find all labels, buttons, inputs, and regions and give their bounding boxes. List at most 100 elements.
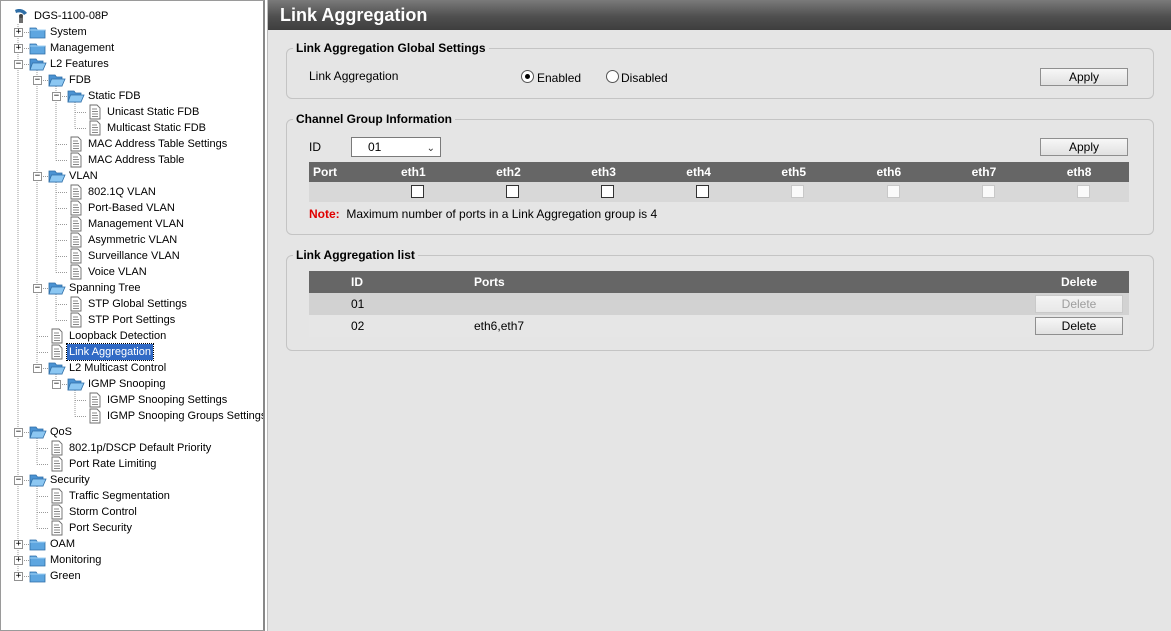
- expand-icon[interactable]: +: [14, 44, 23, 53]
- channel-apply-button[interactable]: Apply: [1040, 138, 1128, 156]
- tree-node-label[interactable]: Static FDB: [86, 88, 143, 104]
- tree-node-label[interactable]: DGS-1100-08P: [32, 8, 110, 24]
- tree-node-label[interactable]: L2 Multicast Control: [67, 360, 168, 376]
- page-icon: [67, 136, 85, 152]
- port-header: Port: [313, 165, 337, 179]
- tree-node-label[interactable]: 802.1Q VLAN: [86, 184, 158, 200]
- port-checkbox-eth1[interactable]: [411, 185, 424, 198]
- collapse-icon[interactable]: −: [14, 428, 23, 437]
- page-icon: [48, 520, 66, 536]
- port-checkbox-eth4[interactable]: [696, 185, 710, 198]
- page-icon: [48, 504, 66, 520]
- folder-open-icon: [48, 168, 66, 184]
- expand-icon[interactable]: +: [14, 28, 23, 37]
- page-title: Link Aggregation: [268, 0, 1171, 30]
- page-icon: [86, 104, 104, 120]
- collapse-icon[interactable]: −: [33, 284, 42, 293]
- tree-node-label[interactable]: IGMP Snooping: [86, 376, 167, 392]
- port-header-eth7: eth7: [971, 165, 997, 179]
- tree-node-label[interactable]: QoS: [48, 424, 74, 440]
- tree-node-label[interactable]: Multicast Static FDB: [105, 120, 208, 136]
- tree-node-label[interactable]: Link Aggregation: [66, 343, 154, 361]
- tree-node-label[interactable]: Loopback Detection: [67, 328, 168, 344]
- tree-node-label[interactable]: System: [48, 24, 89, 40]
- expand-icon[interactable]: +: [14, 556, 23, 565]
- page-icon: [86, 408, 104, 424]
- port-header-eth3: eth3: [591, 165, 616, 179]
- port-header-eth8: eth8: [1066, 165, 1092, 179]
- folder-icon: [29, 568, 47, 584]
- page-icon: [67, 232, 85, 248]
- chevron-down-icon: ⌄: [426, 143, 435, 154]
- delete-button: Delete: [1035, 295, 1123, 313]
- tree-node-label[interactable]: Management VLAN: [86, 216, 186, 232]
- navigation-tree: DGS-1100-08P + System + Management − L2 Featur…: [0, 0, 265, 631]
- tree-node-label[interactable]: IGMP Snooping Settings: [105, 392, 229, 408]
- page-icon: [48, 440, 66, 456]
- port-checkbox-eth6: [886, 185, 900, 198]
- channel-id-label: ID: [309, 140, 321, 154]
- row-id: 01: [351, 297, 365, 311]
- tree-node-label[interactable]: STP Port Settings: [86, 312, 177, 328]
- page-icon: [67, 152, 85, 168]
- port-checkbox-eth2[interactable]: [506, 185, 520, 198]
- collapse-icon[interactable]: −: [52, 92, 61, 101]
- tree-node-label[interactable]: Storm Control: [67, 504, 139, 520]
- port-header-eth4: eth4: [686, 165, 711, 179]
- tree-node-label[interactable]: IGMP Snooping Groups Settings: [105, 408, 263, 424]
- tree-node-label[interactable]: Port Security: [67, 520, 134, 536]
- collapse-icon[interactable]: −: [52, 380, 61, 389]
- port-checkbox-eth8: [1076, 185, 1090, 198]
- collapse-icon[interactable]: −: [33, 76, 42, 85]
- global-apply-button[interactable]: Apply: [1040, 68, 1128, 86]
- expand-icon[interactable]: +: [14, 540, 23, 549]
- tree-node-label[interactable]: OAM: [48, 536, 77, 552]
- tree-node-label[interactable]: Spanning Tree: [67, 280, 143, 296]
- tree-node-label[interactable]: MAC Address Table: [86, 152, 186, 168]
- port-checkbox-row: [309, 182, 1129, 202]
- page-icon: [67, 200, 85, 216]
- aggregation-list-legend: Link Aggregation list: [296, 248, 415, 262]
- disabled-radio[interactable]: [606, 70, 619, 83]
- port-checkbox-eth3[interactable]: [601, 185, 615, 198]
- tree-node-label[interactable]: Monitoring: [48, 552, 103, 568]
- folder-open-icon: [48, 360, 66, 376]
- channel-id-select[interactable]: 01 ⌄: [351, 137, 441, 157]
- enabled-radio[interactable]: [521, 70, 534, 83]
- page-icon: [48, 328, 66, 344]
- tree-node-label[interactable]: Asymmetric VLAN: [86, 232, 179, 248]
- tree-node-label[interactable]: L2 Features: [48, 56, 111, 72]
- page-icon: [67, 296, 85, 312]
- tree-node-label[interactable]: Traffic Segmentation: [67, 488, 172, 504]
- tree-node-label[interactable]: Voice VLAN: [86, 264, 149, 280]
- tree-node-label[interactable]: STP Global Settings: [86, 296, 189, 312]
- expand-icon[interactable]: +: [14, 572, 23, 581]
- tree-node-label[interactable]: 802.1p/DSCP Default Priority: [67, 440, 213, 456]
- collapse-icon[interactable]: −: [33, 364, 42, 373]
- enabled-radio-label[interactable]: Enabled: [537, 71, 581, 85]
- tree-node-label[interactable]: FDB: [67, 72, 93, 88]
- folder-open-icon: [29, 56, 47, 72]
- tree-node-label[interactable]: Security: [48, 472, 92, 488]
- disabled-radio-label[interactable]: Disabled: [621, 71, 668, 85]
- collapse-icon[interactable]: −: [14, 60, 23, 69]
- tree-node-label[interactable]: VLAN: [67, 168, 100, 184]
- tree-node-label[interactable]: Port-Based VLAN: [86, 200, 177, 216]
- page-icon: [48, 344, 66, 360]
- collapse-icon[interactable]: −: [33, 172, 42, 181]
- main-panel: Link Aggregation Link Aggregation Global…: [267, 0, 1171, 631]
- tree-node-label[interactable]: Management: [48, 40, 116, 56]
- tree-node-label[interactable]: MAC Address Table Settings: [86, 136, 229, 152]
- folder-open-icon: [48, 280, 66, 296]
- note-text: Maximum number of ports in a Link Aggreg…: [346, 207, 658, 221]
- delete-button[interactable]: Delete: [1035, 317, 1123, 335]
- page-icon: [67, 184, 85, 200]
- tree-node-label[interactable]: Port Rate Limiting: [67, 456, 158, 472]
- page-icon: [48, 456, 66, 472]
- global-settings-group: Link Aggregation Global Settings: [286, 41, 1154, 99]
- global-settings-legend: Link Aggregation Global Settings: [296, 41, 486, 55]
- tree-node-label[interactable]: Green: [48, 568, 83, 584]
- tree-node-label[interactable]: Surveillance VLAN: [86, 248, 182, 264]
- collapse-icon[interactable]: −: [14, 476, 23, 485]
- tree-node-label[interactable]: Unicast Static FDB: [105, 104, 201, 120]
